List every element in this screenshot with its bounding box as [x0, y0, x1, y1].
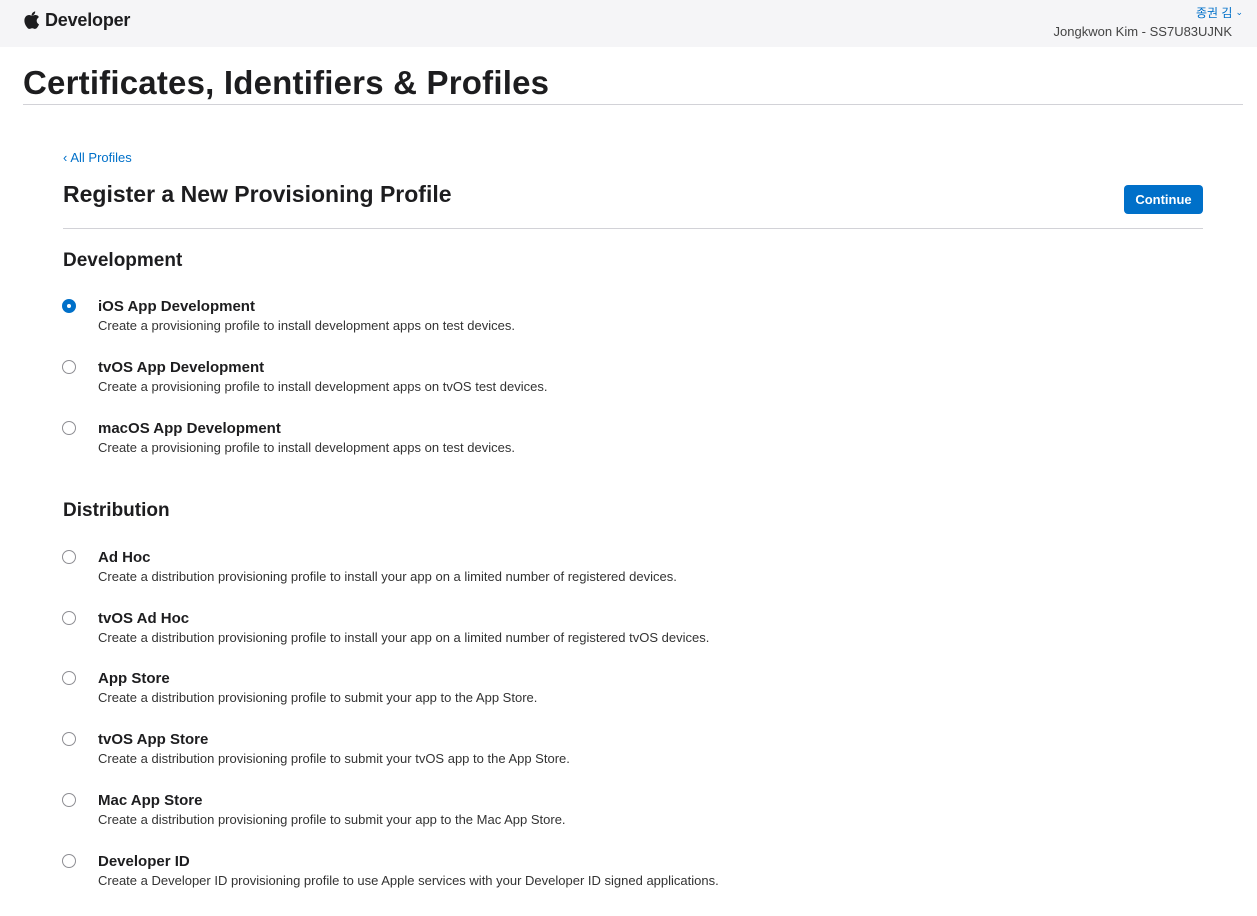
option-description: Create a distribution provisioning profi…: [98, 812, 566, 827]
radio-button[interactable]: [62, 360, 76, 374]
developer-home-link[interactable]: Developer: [24, 10, 130, 31]
option-title: tvOS Ad Hoc: [98, 610, 190, 627]
option-ios-app-development[interactable]: iOS App Development Create a provisionin…: [62, 298, 962, 339]
option-tvos-ad-hoc[interactable]: tvOS Ad Hoc Create a distribution provis…: [62, 610, 962, 651]
radio-button[interactable]: [62, 854, 76, 868]
option-description: Create a distribution provisioning profi…: [98, 630, 710, 645]
option-title: App Store: [98, 670, 170, 687]
radio-button[interactable]: [62, 299, 76, 313]
radio-button[interactable]: [62, 611, 76, 625]
option-description: Create a distribution provisioning profi…: [98, 751, 570, 766]
section-heading-development: Development: [63, 250, 183, 271]
option-tvos-app-development[interactable]: tvOS App Development Create a provisioni…: [62, 359, 962, 400]
form-title: Register a New Provisioning Profile: [63, 181, 452, 207]
option-title: Ad Hoc: [98, 549, 151, 566]
section-heading-distribution: Distribution: [63, 500, 170, 521]
option-description: Create a provisioning profile to install…: [98, 379, 548, 394]
option-description: Create a provisioning profile to install…: [98, 440, 515, 455]
radio-button[interactable]: [62, 421, 76, 435]
option-mac-app-store[interactable]: Mac App Store Create a distribution prov…: [62, 792, 962, 833]
option-title: Developer ID: [98, 853, 190, 870]
radio-button[interactable]: [62, 793, 76, 807]
option-title: macOS App Development: [98, 420, 281, 437]
option-description: Create a distribution provisioning profi…: [98, 690, 538, 705]
user-name: 종권 김: [1195, 6, 1233, 20]
chevron-left-icon: ‹: [63, 150, 68, 165]
radio-button[interactable]: [62, 671, 76, 685]
page-title: Certificates, Identifiers & Profiles: [23, 64, 550, 101]
option-description: Create a provisioning profile to install…: [98, 318, 515, 333]
radio-button[interactable]: [62, 732, 76, 746]
option-tvos-app-store[interactable]: tvOS App Store Create a distribution pro…: [62, 731, 962, 772]
form-divider: [63, 228, 1203, 229]
title-divider: [23, 104, 1243, 105]
user-menu[interactable]: 종권 김 ⌄: [1196, 4, 1243, 21]
apple-logo-icon: [24, 11, 40, 30]
option-title: tvOS App Store: [98, 731, 209, 748]
radio-button[interactable]: [62, 550, 76, 564]
option-macos-app-development[interactable]: macOS App Development Create a provision…: [62, 420, 962, 461]
option-title: Mac App Store: [98, 792, 203, 809]
option-title: iOS App Development: [98, 298, 255, 315]
global-header: Developer 종권 김 ⌄ Jongkwon Kim - SS7U83UJ…: [0, 0, 1257, 47]
chevron-down-icon: ⌄: [1235, 7, 1243, 17]
back-link-label: All Profiles: [70, 150, 132, 165]
option-title: tvOS App Development: [98, 359, 265, 376]
option-ad-hoc[interactable]: Ad Hoc Create a distribution provisionin…: [62, 549, 962, 590]
option-description: Create a distribution provisioning profi…: [98, 569, 677, 584]
back-to-all-profiles-link[interactable]: ‹ All Profiles: [63, 150, 132, 165]
brand-label: Developer: [45, 10, 131, 30]
option-description: Create a Developer ID provisioning profi…: [98, 873, 719, 888]
option-developer-id[interactable]: Developer ID Create a Developer ID provi…: [62, 853, 962, 894]
continue-button[interactable]: Continue: [1124, 185, 1203, 214]
team-name: Jongkwon Kim - SS7U83UJNK: [1053, 24, 1232, 39]
option-app-store[interactable]: App Store Create a distribution provisio…: [62, 670, 962, 711]
